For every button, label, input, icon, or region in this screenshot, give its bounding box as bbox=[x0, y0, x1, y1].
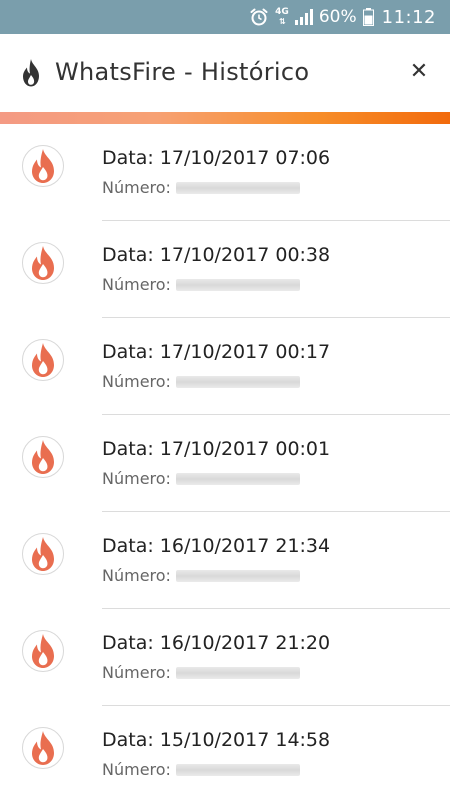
flame-avatar-icon bbox=[22, 242, 64, 284]
list-item[interactable]: Data: 17/10/2017 00:38 Número: bbox=[0, 221, 450, 318]
page-title: WhatsFire - Histórico bbox=[55, 58, 310, 86]
redacted-number bbox=[175, 569, 300, 582]
number-line: Número: bbox=[102, 372, 300, 391]
number-label: Número: bbox=[102, 469, 171, 488]
number-label: Número: bbox=[102, 566, 171, 585]
history-date: Data: 17/10/2017 07:06 bbox=[102, 147, 331, 169]
list-item[interactable]: Data: 17/10/2017 00:01 Número: bbox=[0, 415, 450, 512]
number-line: Número: bbox=[102, 760, 300, 779]
list-item[interactable]: Data: 16/10/2017 21:20 Número: bbox=[0, 609, 450, 706]
flame-avatar-icon bbox=[22, 630, 64, 672]
accent-bar bbox=[0, 112, 450, 124]
network-type: 4G bbox=[275, 7, 289, 17]
app-bar: WhatsFire - Histórico ✕ bbox=[0, 34, 450, 112]
list-item[interactable]: Data: 15/10/2017 14:58 Número: bbox=[0, 706, 450, 803]
number-label: Número: bbox=[102, 178, 171, 197]
number-label: Número: bbox=[102, 372, 171, 391]
status-bar: 4G ⇅ 60% 11:12 bbox=[0, 0, 450, 34]
number-line: Número: bbox=[102, 178, 300, 197]
redacted-number bbox=[175, 666, 300, 679]
flame-icon bbox=[20, 58, 42, 88]
list-item[interactable]: Data: 17/10/2017 00:17 Número: bbox=[0, 318, 450, 415]
history-date: Data: 16/10/2017 21:20 bbox=[102, 632, 331, 654]
number-label: Número: bbox=[102, 275, 171, 294]
flame-avatar-icon bbox=[22, 727, 64, 769]
number-label: Número: bbox=[102, 663, 171, 682]
history-list: Data: 17/10/2017 07:06 Número: Data: 17/… bbox=[0, 124, 450, 803]
number-line: Número: bbox=[102, 469, 300, 488]
number-label: Número: bbox=[102, 760, 171, 779]
flame-avatar-icon bbox=[22, 533, 64, 575]
history-date: Data: 17/10/2017 00:01 bbox=[102, 438, 331, 460]
battery-icon bbox=[362, 8, 374, 26]
history-date: Data: 17/10/2017 00:38 bbox=[102, 244, 331, 266]
list-item[interactable]: Data: 17/10/2017 07:06 Número: bbox=[0, 124, 450, 221]
flame-avatar-icon bbox=[22, 436, 64, 478]
list-item[interactable]: Data: 16/10/2017 21:34 Número: bbox=[0, 512, 450, 609]
history-date: Data: 17/10/2017 00:17 bbox=[102, 341, 331, 363]
flame-avatar-icon bbox=[22, 145, 64, 187]
battery-percent: 60% bbox=[318, 7, 357, 27]
redacted-number bbox=[175, 181, 300, 194]
flame-avatar-icon bbox=[22, 339, 64, 381]
redacted-number bbox=[175, 278, 300, 291]
number-line: Número: bbox=[102, 566, 300, 585]
network-4g-icon: 4G ⇅ bbox=[275, 7, 289, 27]
history-date: Data: 15/10/2017 14:58 bbox=[102, 729, 331, 751]
redacted-number bbox=[175, 375, 300, 388]
number-line: Número: bbox=[102, 275, 300, 294]
alarm-icon bbox=[249, 7, 269, 27]
history-date: Data: 16/10/2017 21:34 bbox=[102, 535, 331, 557]
redacted-number bbox=[175, 472, 300, 485]
status-time: 11:12 bbox=[381, 6, 436, 28]
number-line: Número: bbox=[102, 663, 300, 682]
redacted-number bbox=[175, 763, 300, 776]
signal-icon bbox=[294, 9, 313, 25]
close-icon[interactable]: ✕ bbox=[404, 56, 434, 86]
